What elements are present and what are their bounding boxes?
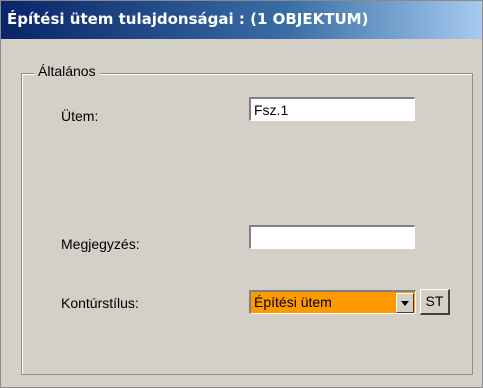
konturstilus-select[interactable]: Építési ütem [249,290,416,314]
st-button[interactable]: ST [420,289,450,315]
konturstilus-label: Kontúrstílus: [61,295,139,311]
megjegyzes-label: Megjegyzés: [61,236,140,252]
utem-input[interactable] [249,97,415,121]
dropdown-button[interactable] [396,293,414,313]
dialog-title: Építési ütem tulajdonságai : (1 OBJEKTUM… [7,10,369,28]
megjegyzes-input[interactable] [249,225,415,249]
properties-dialog: Építési ütem tulajdonságai : (1 OBJEKTUM… [0,0,483,388]
utem-label: Ütem: [61,108,99,124]
chevron-down-icon [401,301,409,306]
groupbox-legend: Általános [34,63,100,79]
title-bar: Építési ütem tulajdonságai : (1 OBJEKTUM… [1,1,482,39]
konturstilus-selected-value: Építési ütem [254,294,332,310]
